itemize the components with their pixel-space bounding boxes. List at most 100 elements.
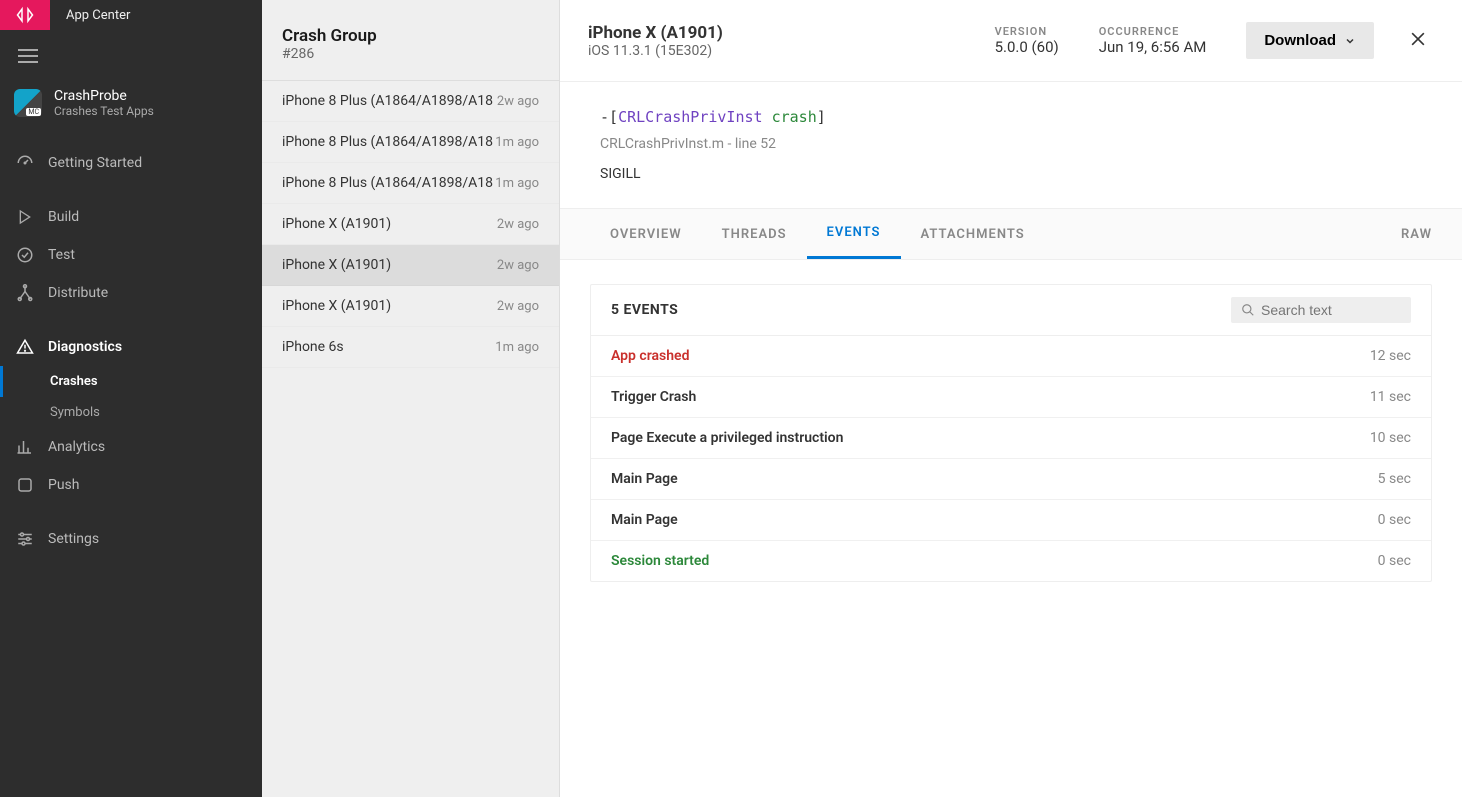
- crash-item-device: iPhone 8 Plus (A1864/A1898/A18: [282, 175, 495, 191]
- events-list: App crashed 12 sec Trigger Crash 11 sec Page…: [591, 336, 1431, 581]
- crash-file-line: CRLCrashPrivInst.m - line 52: [600, 136, 1422, 152]
- nav-label: Getting Started: [48, 155, 142, 171]
- tab-overview[interactable]: OVERVIEW: [590, 211, 702, 258]
- crash-group-id: #286: [282, 46, 539, 62]
- crash-item-time: 2w ago: [497, 94, 539, 109]
- crash-detail-panel: iPhone X (A1901) iOS 11.3.1 (15E302) VER…: [560, 0, 1462, 797]
- occurrence-label: OCCURRENCE: [1099, 25, 1207, 38]
- crash-group-panel: Crash Group #286 iPhone 8 Plus (A1864/A1…: [262, 0, 560, 797]
- gauge-icon: [16, 154, 34, 172]
- events-count-title: 5 EVENTS: [611, 302, 678, 318]
- nav-push[interactable]: Push: [0, 466, 262, 504]
- nav-crashes[interactable]: Crashes: [0, 366, 262, 397]
- nav-diagnostics[interactable]: Diagnostics: [0, 328, 262, 366]
- occurrence-value: Jun 19, 6:56 AM: [1099, 38, 1207, 56]
- event-time: 0 sec: [1378, 512, 1411, 528]
- crash-group-title: Crash Group: [282, 26, 539, 46]
- app-icon: [14, 89, 42, 117]
- app-name: CrashProbe: [54, 88, 154, 104]
- event-row[interactable]: Page Execute a privileged instruction10 …: [591, 417, 1431, 458]
- menu-icon[interactable]: [0, 30, 262, 78]
- event-time: 11 sec: [1370, 389, 1411, 405]
- detail-header: iPhone X (A1901) iOS 11.3.1 (15E302) VER…: [560, 0, 1462, 82]
- nav-label: Analytics: [48, 439, 105, 455]
- crash-item-time: 1m ago: [495, 340, 539, 355]
- download-button[interactable]: Download: [1246, 22, 1374, 59]
- crash-item-device: iPhone X (A1901): [282, 216, 497, 232]
- nav-label: Diagnostics: [48, 339, 122, 355]
- event-name: Session started: [611, 553, 709, 569]
- event-time: 5 sec: [1378, 471, 1411, 487]
- event-row[interactable]: Trigger Crash 11 sec: [591, 376, 1431, 417]
- brand-title[interactable]: App Center: [50, 8, 130, 23]
- tab-attachments[interactable]: ATTACHMENTS: [901, 211, 1045, 258]
- tab-raw[interactable]: RAW: [1401, 211, 1432, 258]
- device-os: iOS 11.3.1 (15E302): [588, 43, 975, 59]
- event-name: App crashed: [611, 348, 689, 364]
- event-name: Main Page: [611, 512, 678, 528]
- check-circle-icon: [16, 246, 34, 264]
- crash-list-item[interactable]: iPhone 6s1m ago: [262, 327, 559, 368]
- crash-item-time: 1m ago: [495, 176, 539, 191]
- crash-item-device: iPhone 6s: [282, 339, 495, 355]
- chart-icon: [16, 438, 34, 456]
- brand-bar: App Center: [0, 0, 262, 30]
- nav-label: Settings: [48, 531, 99, 547]
- crash-item-time: 2w ago: [497, 217, 539, 232]
- events-search[interactable]: [1231, 297, 1411, 323]
- brand-logo-icon[interactable]: [0, 0, 50, 30]
- event-row[interactable]: Session started 0 sec: [591, 540, 1431, 581]
- tab-events[interactable]: EVENTS: [807, 209, 901, 259]
- crash-method: -[CRLCrashPrivInst crash]: [600, 108, 1422, 126]
- crash-item-time: 2w ago: [497, 258, 539, 273]
- nav-label: Test: [48, 247, 75, 263]
- nav-label: Distribute: [48, 285, 108, 301]
- crash-list-item[interactable]: iPhone 8 Plus (A1864/A1898/A182w ago: [262, 81, 559, 122]
- close-icon: [1408, 29, 1428, 49]
- event-name: Trigger Crash: [611, 389, 696, 405]
- crash-item-device: iPhone 8 Plus (A1864/A1898/A18: [282, 134, 495, 150]
- nav-build[interactable]: Build: [0, 198, 262, 236]
- nav-settings[interactable]: Settings: [0, 520, 262, 558]
- event-row[interactable]: App crashed 12 sec: [591, 336, 1431, 376]
- chevron-down-icon: [1344, 35, 1356, 47]
- app-selector[interactable]: CrashProbe Crashes Test Apps: [0, 78, 262, 128]
- version-label: VERSION: [995, 25, 1059, 38]
- crash-item-time: 2w ago: [497, 299, 539, 314]
- device-title: iPhone X (A1901): [588, 23, 975, 43]
- branch-icon: [16, 284, 34, 302]
- sidebar: App Center CrashProbe Crashes Test Apps …: [0, 0, 262, 797]
- close-button[interactable]: [1402, 23, 1434, 58]
- crash-list-item[interactable]: iPhone X (A1901)2w ago: [262, 204, 559, 245]
- nav-getting-started[interactable]: Getting Started: [0, 144, 262, 182]
- crash-list: iPhone 8 Plus (A1864/A1898/A182w agoiPho…: [262, 81, 559, 368]
- event-time: 0 sec: [1378, 553, 1411, 569]
- event-time: 10 sec: [1370, 430, 1411, 446]
- event-row[interactable]: Main Page5 sec: [591, 458, 1431, 499]
- nav-analytics[interactable]: Analytics: [0, 428, 262, 466]
- warning-icon: [16, 338, 34, 356]
- tab-threads[interactable]: THREADS: [702, 211, 807, 258]
- crash-list-item[interactable]: iPhone 8 Plus (A1864/A1898/A181m ago: [262, 122, 559, 163]
- event-time: 12 sec: [1370, 348, 1411, 364]
- download-label: Download: [1264, 32, 1336, 49]
- play-icon: [16, 208, 34, 226]
- crash-item-device: iPhone X (A1901): [282, 257, 497, 273]
- version-value: 5.0.0 (60): [995, 38, 1059, 56]
- nav-label: Push: [48, 477, 80, 493]
- crash-list-item[interactable]: iPhone 8 Plus (A1864/A1898/A181m ago: [262, 163, 559, 204]
- crash-list-item[interactable]: iPhone X (A1901)2w ago: [262, 245, 559, 286]
- push-icon: [16, 476, 34, 494]
- crash-item-device: iPhone 8 Plus (A1864/A1898/A18: [282, 93, 497, 109]
- event-row[interactable]: Main Page 0 sec: [591, 499, 1431, 540]
- crash-list-item[interactable]: iPhone X (A1901)2w ago: [262, 286, 559, 327]
- crash-signal: SIGILL: [600, 166, 1422, 182]
- crash-item-time: 1m ago: [495, 135, 539, 150]
- nav-label: Build: [48, 209, 79, 225]
- search-input[interactable]: [1261, 302, 1401, 318]
- crash-item-device: iPhone X (A1901): [282, 298, 497, 314]
- nav-symbols[interactable]: Symbols: [0, 397, 262, 428]
- nav-distribute[interactable]: Distribute: [0, 274, 262, 312]
- app-subtitle: Crashes Test Apps: [54, 104, 154, 118]
- nav-test[interactable]: Test: [0, 236, 262, 274]
